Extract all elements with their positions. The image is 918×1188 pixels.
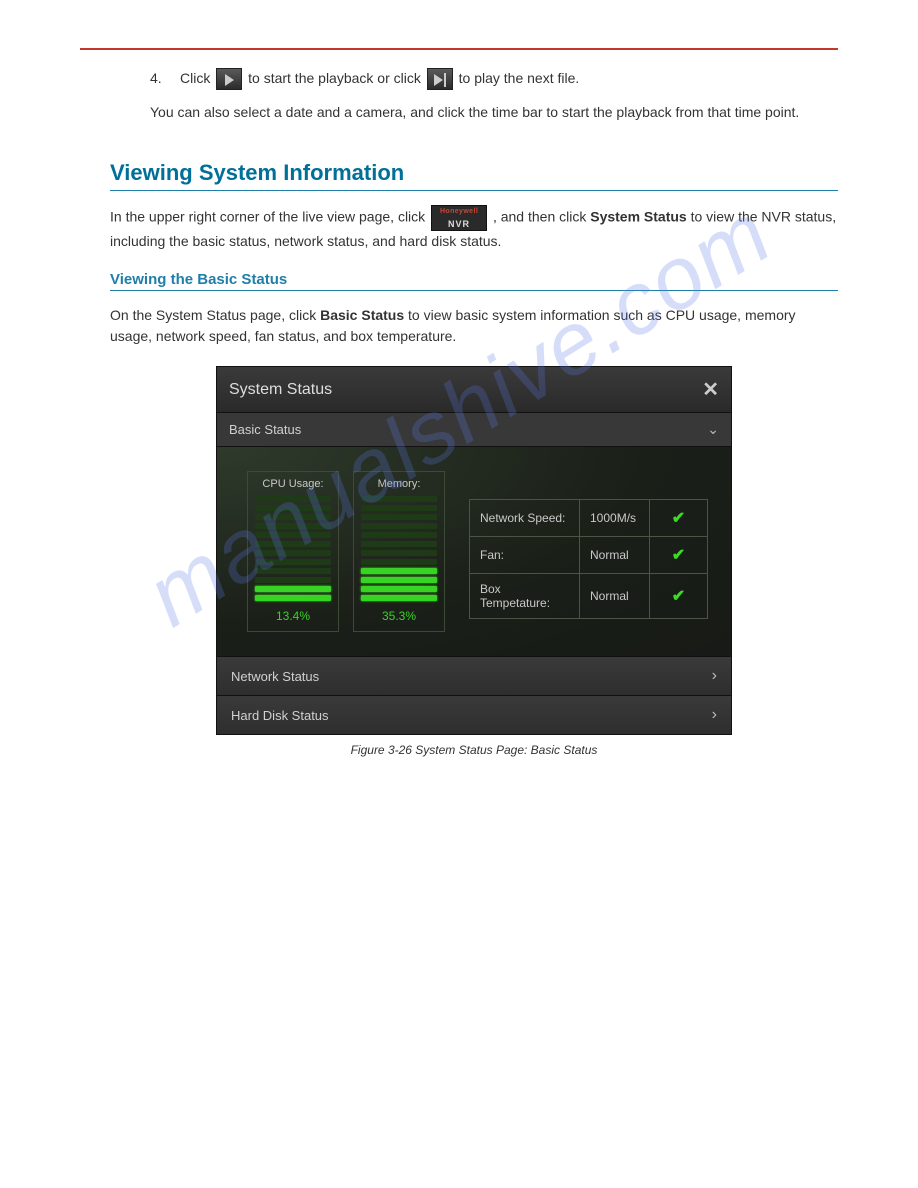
rule-under-h2 — [110, 190, 838, 191]
gauge-bar — [255, 550, 331, 556]
gauge-group: CPU Usage: 13.4% Memory: 35.3% — [247, 471, 445, 632]
gauge-bar — [361, 568, 437, 574]
status-check: ✔ — [650, 537, 708, 574]
check-icon: ✔ — [672, 510, 685, 527]
memory-gauge-bars — [361, 496, 437, 601]
step-text: Click to start the playback or click to … — [180, 68, 579, 90]
status-table: Network Speed:1000M/s✔Fan:Normal✔Box Tem… — [469, 499, 708, 619]
status-label: Box Tempetature: — [470, 574, 580, 619]
gauge-bar — [255, 532, 331, 538]
note-paragraph: You can also select a date and a camera,… — [150, 102, 838, 124]
basic-status-body: CPU Usage: 13.4% Memory: 35.3% Network S… — [217, 447, 731, 656]
check-icon: ✔ — [672, 588, 685, 605]
check-icon: ✔ — [672, 547, 685, 564]
gauge-bar — [255, 496, 331, 502]
chevron-down-icon: ⌄ — [707, 421, 719, 438]
section-hard-disk-status[interactable]: Hard Disk Status › — [217, 695, 731, 734]
memory-gauge: Memory: 35.3% — [353, 471, 445, 632]
table-row: Network Speed:1000M/s ✔ — [470, 500, 708, 537]
gauge-bar — [255, 595, 331, 601]
system-status-window: System Status ✕ Basic Status ⌄ CPU Usage… — [216, 366, 732, 735]
figure-caption: Figure 3-26 System Status Page: Basic St… — [110, 743, 838, 757]
nvr-badge-icon: Honeywell NVR — [431, 205, 487, 231]
figure-system-status: System Status ✕ Basic Status ⌄ CPU Usage… — [110, 366, 838, 757]
next-file-icon — [427, 68, 453, 90]
gauge-bar — [361, 541, 437, 547]
sub-paragraph: On the System Status page, click Basic S… — [110, 305, 838, 348]
window-title: System Status — [229, 381, 332, 399]
step-number: 4. — [150, 68, 172, 89]
gauge-bar — [255, 514, 331, 520]
gauge-bar — [255, 541, 331, 547]
heading-basic-status: Viewing the Basic Status — [110, 271, 838, 288]
status-check: ✔ — [650, 574, 708, 619]
section-basic-status[interactable]: Basic Status ⌄ — [217, 412, 731, 447]
close-icon[interactable]: ✕ — [702, 377, 719, 402]
status-value: Normal — [580, 537, 650, 574]
status-label: Network Speed: — [470, 500, 580, 537]
gauge-bar — [255, 577, 331, 583]
chevron-right-icon: › — [712, 706, 717, 724]
gauge-bar — [361, 550, 437, 556]
gauge-bar — [361, 514, 437, 520]
gauge-bar — [255, 523, 331, 529]
cpu-gauge-bars — [255, 496, 331, 601]
cpu-gauge-label: CPU Usage: — [262, 478, 323, 490]
network-status-label: Network Status — [231, 669, 319, 684]
gauge-bar — [361, 523, 437, 529]
rule-top — [80, 48, 838, 50]
heading-system-info: Viewing System Information — [110, 160, 838, 186]
status-value: Normal — [580, 574, 650, 619]
gauge-bar — [255, 559, 331, 565]
gauge-bar — [361, 496, 437, 502]
intro-paragraph: In the upper right corner of the live vi… — [110, 205, 838, 253]
window-titlebar: System Status ✕ — [217, 367, 731, 412]
chevron-right-icon: › — [712, 667, 717, 685]
cpu-gauge-value: 13.4% — [276, 609, 310, 623]
table-row: Fan:Normal ✔ — [470, 537, 708, 574]
gauge-bar — [255, 505, 331, 511]
cpu-gauge: CPU Usage: 13.4% — [247, 471, 339, 632]
status-check: ✔ — [650, 500, 708, 537]
gauge-bar — [255, 568, 331, 574]
gauge-bar — [361, 595, 437, 601]
gauge-bar — [361, 586, 437, 592]
step-4: 4. Click to start the playback or click … — [150, 68, 838, 90]
play-icon — [216, 68, 242, 90]
status-label: Fan: — [470, 537, 580, 574]
memory-gauge-value: 35.3% — [382, 609, 416, 623]
gauge-bar — [255, 586, 331, 592]
rule-under-h3 — [110, 290, 838, 291]
gauge-bar — [361, 505, 437, 511]
status-value: 1000M/s — [580, 500, 650, 537]
gauge-bar — [361, 577, 437, 583]
memory-gauge-label: Memory: — [378, 478, 421, 490]
section-label: Basic Status — [229, 422, 301, 437]
gauge-bar — [361, 559, 437, 565]
table-row: Box Tempetature:Normal ✔ — [470, 574, 708, 619]
section-network-status[interactable]: Network Status › — [217, 656, 731, 695]
status-table-body: Network Speed:1000M/s✔Fan:Normal✔Box Tem… — [470, 500, 708, 619]
hdd-status-label: Hard Disk Status — [231, 708, 329, 723]
gauge-bar — [361, 532, 437, 538]
